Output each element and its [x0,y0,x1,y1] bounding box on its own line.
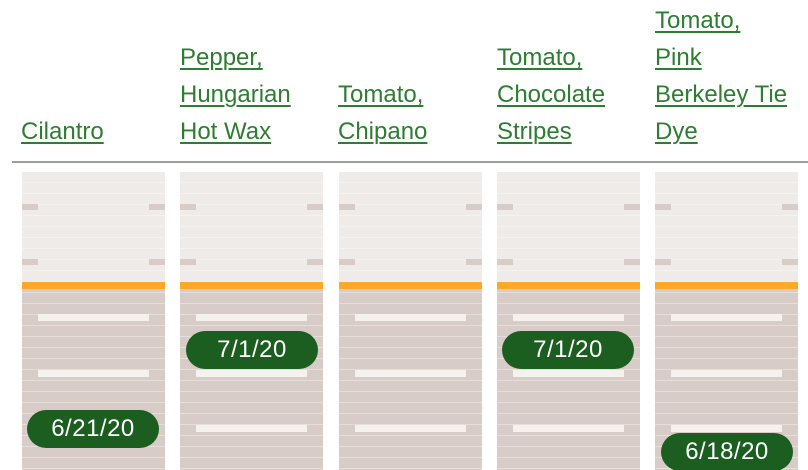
tick-mark [339,259,355,265]
tick-mark [782,259,798,265]
column-title-pepper-hungarian-hot-wax[interactable]: Pepper, Hungarian Hot Wax [180,39,291,150]
week-bar [513,370,624,377]
tick-mark [180,259,196,265]
timeline-track-pepper-hungarian-hot-wax [180,172,323,470]
timeline-track-tomato-pink-berkeley-tie-dye [655,172,798,470]
week-bar [196,314,307,321]
today-line [655,282,798,289]
header-divider [12,161,808,163]
timeline-track-tomato-chipano [339,172,482,470]
tick-mark [624,259,640,265]
tick-mark [655,204,671,210]
date-badge-pepper-hungarian-hot-wax[interactable]: 7/1/20 [186,331,318,369]
today-line [22,282,165,289]
date-badge-cilantro[interactable]: 6/21/20 [27,410,159,448]
tick-mark [655,259,671,265]
tick-mark [497,204,513,210]
tick-mark [466,204,482,210]
tick-mark [624,204,640,210]
week-bar [38,370,149,377]
column-header-row: Cilantro Pepper, Hungarian Hot Wax Tomat… [0,0,808,162]
column-title-tomato-chocolate-stripes[interactable]: Tomato, Chocolate Stripes [497,39,605,150]
today-line [180,282,323,289]
tick-mark [307,204,323,210]
week-bar [196,370,307,377]
week-bar [671,370,782,377]
planting-calendar: Cilantro Pepper, Hungarian Hot Wax Tomat… [0,0,808,470]
column-title-tomato-chipano[interactable]: Tomato, Chipano [338,76,427,150]
today-line [339,282,482,289]
tick-mark [307,259,323,265]
tick-mark [180,204,196,210]
today-line [497,282,640,289]
tick-mark [782,204,798,210]
tick-mark [22,204,38,210]
column-title-tomato-pink-berkeley-tie-dye[interactable]: Tomato, Pink Berkeley Tie Dye [655,2,787,150]
tick-mark [466,259,482,265]
week-bar [196,425,307,432]
tick-mark [497,259,513,265]
tick-mark [339,204,355,210]
week-bar [355,370,466,377]
tick-mark [149,204,165,210]
week-bar [671,425,782,432]
week-bar [513,425,624,432]
timeline-track-tomato-chocolate-stripes [497,172,640,470]
week-bar [355,425,466,432]
date-badge-tomato-pink-berkeley-tie-dye[interactable]: 6/18/20 [661,433,793,470]
week-bar [513,314,624,321]
column-title-cilantro[interactable]: Cilantro [21,113,104,150]
week-bar [38,314,149,321]
date-badge-tomato-chocolate-stripes[interactable]: 7/1/20 [502,331,634,369]
tick-mark [22,259,38,265]
week-bar [671,314,782,321]
tick-mark [149,259,165,265]
week-bar [355,314,466,321]
